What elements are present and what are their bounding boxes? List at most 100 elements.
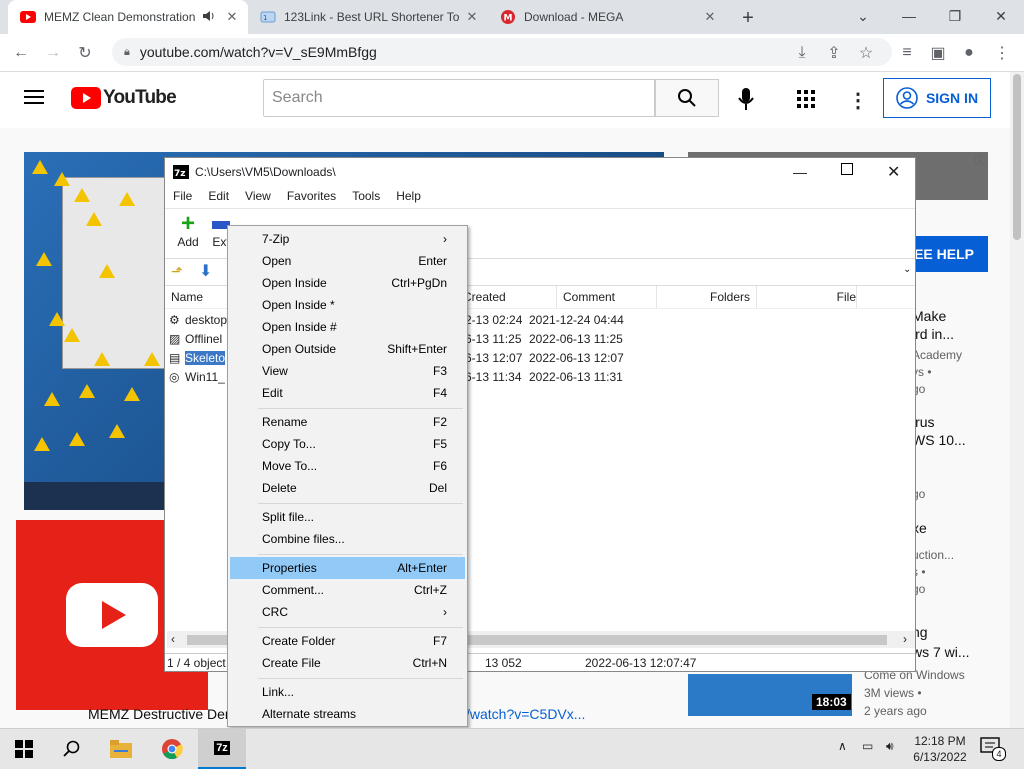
menu-tools[interactable]: Tools bbox=[344, 189, 388, 203]
menu-item-alternate-streams[interactable]: Alternate streams bbox=[230, 703, 465, 725]
menu-item-crc[interactable]: CRC › bbox=[230, 601, 465, 623]
folder-up-icon[interactable]: ⬏ bbox=[171, 263, 183, 280]
menu-item-split-file[interactable]: Split file... bbox=[230, 506, 465, 528]
menu-item-create-folder[interactable]: Create Folder F7 bbox=[230, 630, 465, 652]
menu-favorites[interactable]: Favorites bbox=[279, 189, 344, 203]
tab-memz[interactable]: MEMZ Clean Demonstration ✕ bbox=[8, 0, 248, 34]
7zip-taskbar-label: 7z bbox=[214, 741, 230, 755]
new-tab-button[interactable]: + bbox=[734, 4, 762, 32]
tab-title: 123Link - Best URL Shortener To bbox=[284, 10, 460, 24]
menu-item-7zip[interactable]: 7-Zip › bbox=[230, 228, 465, 250]
menu-item-create-file[interactable]: Create File Ctrl+N bbox=[230, 652, 465, 674]
menu-item-open-inside-star[interactable]: Open Inside * bbox=[230, 294, 465, 316]
youtube-logo[interactable]: YouTube bbox=[71, 87, 177, 109]
row-modified: 6-13 12:07 bbox=[465, 350, 523, 365]
down-arrow-icon[interactable]: ⬇ bbox=[199, 261, 212, 281]
scroll-left-icon[interactable]: ‹ bbox=[171, 632, 175, 646]
network-icon[interactable]: ▭ bbox=[862, 739, 873, 753]
col-header-created[interactable]: Created bbox=[457, 286, 557, 308]
description-link[interactable]: /watch?v=C5DVx... bbox=[466, 706, 585, 722]
menu-help[interactable]: Help bbox=[388, 189, 429, 203]
menu-view[interactable]: View bbox=[237, 189, 279, 203]
menu-item-link[interactable]: Link... bbox=[230, 681, 465, 703]
recommendation-2[interactable]: irus WS 10... • go bbox=[912, 414, 1008, 501]
menu-item-view[interactable]: View F3 bbox=[230, 360, 465, 382]
notification-center-icon[interactable]: 4 bbox=[980, 737, 1010, 761]
7zip-minimize-button[interactable]: — bbox=[793, 164, 807, 180]
recommendation-3[interactable]: xe uction... s • go bbox=[912, 520, 1008, 596]
add-button[interactable]: + Add bbox=[173, 212, 203, 250]
7zip-maximize-button[interactable] bbox=[841, 163, 853, 175]
minimize-button[interactable]: — bbox=[886, 0, 932, 32]
tab-123link[interactable]: 1 123Link - Best URL Shortener To ✕ bbox=[248, 0, 488, 34]
hamburger-menu-icon[interactable] bbox=[24, 88, 48, 108]
share-icon[interactable]: ⇪ bbox=[821, 40, 847, 66]
menu-item-move-to[interactable]: Move To... F6 bbox=[230, 455, 465, 477]
menu-item-delete[interactable]: Delete Del bbox=[230, 477, 465, 499]
address-bar[interactable]: 🔒︎ youtube.com/watch?v=V_sE9MmBfgg bbox=[112, 38, 892, 66]
close-window-button[interactable]: ✕ bbox=[978, 0, 1024, 32]
ad-info-icon[interactable]: ⓘ bbox=[974, 152, 988, 167]
menu-item-rename[interactable]: Rename F2 bbox=[230, 411, 465, 433]
back-arrow-icon[interactable]: ← bbox=[8, 40, 34, 66]
close-tab-icon[interactable]: ✕ bbox=[700, 9, 720, 25]
windows-start-icon[interactable] bbox=[0, 729, 48, 769]
recommendation-1[interactable]: Make ird in... Academy vs • go bbox=[912, 308, 1008, 396]
col-header-folders[interactable]: Folders bbox=[657, 286, 757, 308]
7zip-close-button[interactable]: ✕ bbox=[887, 162, 900, 182]
rec-title: ird in... bbox=[912, 326, 955, 342]
scrollbar-thumb[interactable] bbox=[1013, 74, 1021, 240]
scroll-right-icon[interactable]: › bbox=[903, 632, 907, 646]
menu-item-open[interactable]: Open Enter bbox=[230, 250, 465, 272]
restore-button[interactable]: ❐ bbox=[932, 0, 978, 32]
install-app-icon[interactable]: ⤓ bbox=[789, 40, 815, 66]
col-header-comment[interactable]: Comment bbox=[557, 286, 657, 308]
microphone-icon[interactable] bbox=[735, 86, 757, 112]
rec-views: 3M views • bbox=[864, 686, 922, 700]
reload-icon[interactable]: ↻ bbox=[72, 40, 98, 66]
volume-icon[interactable]: 🔊︎ bbox=[886, 739, 894, 754]
menu-item-comment[interactable]: Comment... Ctrl+Z bbox=[230, 579, 465, 601]
menu-item-open-outside[interactable]: Open Outside Shift+Enter bbox=[230, 338, 465, 360]
forward-arrow-icon[interactable]: → bbox=[40, 40, 66, 66]
menu-item-open-inside[interactable]: Open Inside Ctrl+PgDn bbox=[230, 272, 465, 294]
chrome-icon[interactable] bbox=[148, 729, 196, 769]
chrome-menu-icon[interactable]: ⋮ bbox=[989, 40, 1015, 66]
bookmark-star-icon[interactable]: ☆ bbox=[853, 40, 879, 66]
menu-file[interactable]: File bbox=[165, 189, 200, 203]
7zip-taskbar-icon[interactable]: 7z bbox=[198, 729, 246, 769]
settings-dots-icon[interactable]: ⋮ bbox=[848, 88, 868, 112]
menu-item-combine-files[interactable]: Combine files... bbox=[230, 528, 465, 550]
rec-channel: uction... bbox=[912, 548, 955, 562]
rec-views: vs • bbox=[912, 365, 932, 379]
close-tab-icon[interactable]: ✕ bbox=[462, 9, 482, 25]
search-input[interactable]: Search bbox=[263, 79, 655, 117]
search-button[interactable] bbox=[655, 79, 719, 117]
sign-in-button[interactable]: SIGN IN bbox=[883, 78, 991, 118]
menu-item-copy-to[interactable]: Copy To... F5 bbox=[230, 433, 465, 455]
7zip-app-icon: 7z bbox=[173, 165, 189, 179]
menu-separator bbox=[258, 408, 463, 409]
file-explorer-icon[interactable] bbox=[97, 729, 145, 769]
show-hidden-icons[interactable]: ∧ bbox=[838, 739, 847, 753]
clock[interactable]: 12:18 PM 6/13/2022 bbox=[910, 733, 970, 765]
rec-title: xe bbox=[912, 520, 927, 536]
apps-grid-icon[interactable] bbox=[797, 90, 817, 110]
speaker-icon[interactable] bbox=[202, 10, 216, 25]
close-tab-icon[interactable]: ✕ bbox=[222, 9, 242, 25]
search-icon[interactable] bbox=[48, 729, 96, 769]
menu-separator bbox=[258, 627, 463, 628]
address-dropdown-icon[interactable]: ⌄ bbox=[903, 264, 911, 275]
media-control-icon[interactable]: ≡ bbox=[894, 40, 920, 66]
7zip-titlebar[interactable]: 7z C:\Users\VM5\Downloads\ — ✕ bbox=[165, 158, 915, 186]
col-header-files[interactable]: File bbox=[757, 286, 857, 308]
tab-mega[interactable]: M Download - MEGA ✕ bbox=[488, 0, 726, 34]
menu-edit[interactable]: Edit bbox=[200, 189, 237, 203]
profile-avatar-icon[interactable]: ● bbox=[956, 40, 982, 66]
menu-item-properties[interactable]: Properties Alt+Enter bbox=[230, 557, 465, 579]
video-title-text[interactable]: MEMZ Destructive Der bbox=[88, 706, 230, 722]
tab-search-icon[interactable]: ⌄ bbox=[840, 0, 886, 32]
side-panel-icon[interactable]: ▣ bbox=[925, 40, 951, 66]
menu-item-edit[interactable]: Edit F4 bbox=[230, 382, 465, 404]
menu-item-open-inside-hash[interactable]: Open Inside # bbox=[230, 316, 465, 338]
